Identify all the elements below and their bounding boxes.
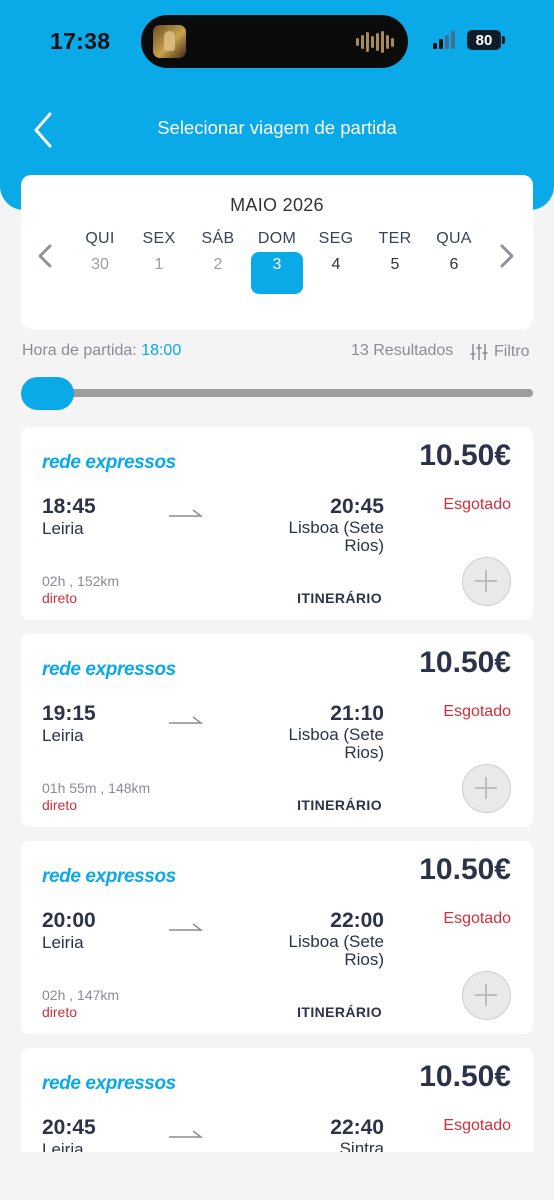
itinerary-link[interactable]: ITINERÁRIO <box>297 1004 382 1020</box>
cellular-signal-icon <box>433 31 455 49</box>
status-time: 17:38 <box>50 28 111 54</box>
next-week-button[interactable] <box>495 241 519 271</box>
calendar-day[interactable]: QUA 6 <box>428 230 480 294</box>
departure-city: Leiria <box>42 933 84 952</box>
arrival-city: Lisboa (Sete Rios) <box>288 518 384 555</box>
departure-time-label: Hora de partida: 18:00 <box>22 342 181 360</box>
day-number: 2 <box>213 256 223 273</box>
trip-price: 10.50€ <box>419 439 511 472</box>
audio-waveform-icon <box>356 31 394 53</box>
day-name: SÁB <box>201 230 235 247</box>
trip-duration: 02h , 152km <box>42 573 120 589</box>
trip-card[interactable]: rede expressos 10.50€ 20:00 Leiria 22:00… <box>21 841 533 1034</box>
results-count: 13 Resultados <box>351 342 454 359</box>
sold-out-status: Esgotado <box>443 703 511 720</box>
sliders-icon <box>470 344 488 360</box>
sold-out-status: Esgotado <box>443 910 511 927</box>
arrow-right-icon <box>169 509 203 517</box>
itinerary-link[interactable]: ITINERÁRIO <box>297 797 382 813</box>
operator-name: rede expressos <box>42 659 176 680</box>
trip-type: direto <box>42 1004 78 1020</box>
departure-time: 20:00 <box>42 909 96 932</box>
arrival-city: Sintra <box>339 1139 384 1153</box>
departure-time-caption: Hora de partida: <box>22 342 137 359</box>
arrival-city: Lisboa (Sete Rios) <box>288 725 384 762</box>
calendar-month: MAIO 2026 <box>230 195 324 215</box>
day-number: 30 <box>91 256 109 273</box>
trip-card[interactable]: rede expressos 10.50€ 20:45 Leiria 22:40… <box>21 1048 533 1152</box>
day-number: 4 <box>331 256 341 273</box>
status-bar: 17:38 80 <box>0 0 554 80</box>
arrival-time: 21:10 <box>330 702 384 725</box>
trip-card[interactable]: rede expressos 10.50€ 18:45 Leiria 20:45… <box>21 427 533 620</box>
operator-name: rede expressos <box>42 866 176 887</box>
calendar-day[interactable]: TER 5 <box>369 230 421 294</box>
dynamic-island[interactable] <box>141 15 408 68</box>
trip-price: 10.50€ <box>419 646 511 679</box>
trip-price: 10.50€ <box>419 853 511 886</box>
day-name: SEG <box>318 230 354 247</box>
operator-name: rede expressos <box>42 1073 176 1094</box>
trip-duration: 02h , 147km <box>42 987 120 1003</box>
page-title: Selecionar viagem de partida <box>157 117 397 138</box>
chevron-left-icon <box>38 244 52 268</box>
departure-time: 18:45 <box>42 495 96 518</box>
departure-time-value: 18:00 <box>141 342 182 359</box>
trip-type: direto <box>42 590 78 606</box>
arrival-city: Lisboa (Sete Rios) <box>288 932 384 969</box>
day-name: SEX <box>142 230 176 247</box>
arrow-right-icon <box>169 716 203 724</box>
previous-week-button[interactable] <box>33 241 57 271</box>
battery-icon: 80 <box>467 30 505 50</box>
itinerary-link[interactable]: ITINERÁRIO <box>297 590 382 606</box>
trip-price: 10.50€ <box>419 1060 511 1093</box>
calendar-day[interactable]: SEG 4 <box>310 230 362 294</box>
bottom-safe-area <box>0 1152 554 1200</box>
departure-city: Leiria <box>42 1140 84 1152</box>
day-name: QUI <box>85 230 115 247</box>
operator-name: rede expressos <box>42 452 176 473</box>
slider-thumb[interactable] <box>21 377 74 410</box>
day-number: 1 <box>154 256 164 273</box>
calendar-day[interactable]: QUI 30 <box>74 230 126 294</box>
arrow-right-icon <box>169 923 203 931</box>
day-number: 5 <box>390 256 400 273</box>
sold-out-status: Esgotado <box>443 1117 511 1134</box>
arrival-time: 20:45 <box>330 495 384 518</box>
filter-label: Filtro <box>494 343 530 360</box>
calendar-day-selected[interactable]: DOM 3 <box>251 230 303 294</box>
arrow-right-icon <box>169 1130 203 1138</box>
departure-time: 19:15 <box>42 702 96 725</box>
arrival-time: 22:40 <box>330 1116 384 1139</box>
departure-city: Leiria <box>42 726 84 745</box>
add-trip-button[interactable] <box>462 764 511 813</box>
filter-button[interactable]: Filtro <box>469 342 530 362</box>
departure-time-slider[interactable] <box>22 389 533 397</box>
trip-type: direto <box>42 797 78 813</box>
calendar-day[interactable]: SÁB 2 <box>192 230 244 294</box>
screen: 17:38 80 Selecionar viagem de partida MA… <box>0 0 554 1152</box>
day-name: TER <box>378 230 412 247</box>
trip-duration: 01h 55m , 148km <box>42 780 151 796</box>
add-trip-button[interactable] <box>462 557 511 606</box>
departure-city: Leiria <box>42 519 84 538</box>
day-name: QUA <box>436 230 472 247</box>
day-number: 6 <box>449 256 459 273</box>
sold-out-status: Esgotado <box>443 496 511 513</box>
day-name: DOM <box>257 230 297 247</box>
day-number: 3 <box>251 252 303 294</box>
add-trip-button[interactable] <box>462 971 511 1020</box>
calendar-day[interactable]: SEX 1 <box>133 230 185 294</box>
arrival-time: 22:00 <box>330 909 384 932</box>
trip-card[interactable]: rede expressos 10.50€ 19:15 Leiria 21:10… <box>21 634 533 827</box>
chevron-right-icon <box>500 244 514 268</box>
departure-time: 20:45 <box>42 1116 96 1139</box>
now-playing-artwork <box>153 25 186 58</box>
calendar-card: MAIO 2026 QUI 30 SEX 1 SÁB 2 DOM 3 SEG 4… <box>21 175 533 329</box>
